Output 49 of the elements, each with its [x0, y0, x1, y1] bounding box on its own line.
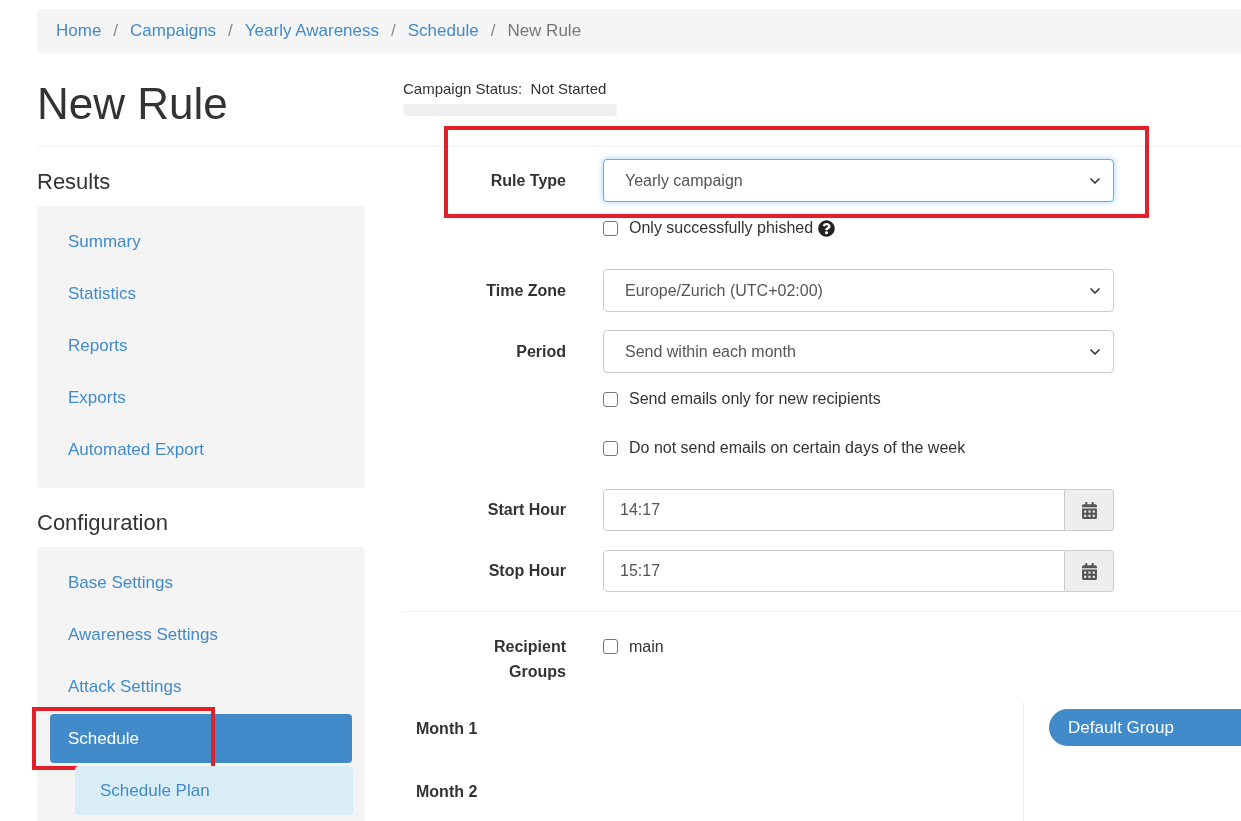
breadcrumb-link[interactable]: Yearly Awareness	[244, 18, 380, 44]
checkbox[interactable]	[603, 440, 618, 456]
checkbox-label: Only successfully phished	[629, 218, 814, 238]
field-label: Rule Type	[490, 171, 566, 189]
section-heading: Configuration	[37, 512, 169, 534]
checkbox-label: main	[629, 636, 664, 657]
breadcrumb-separator: /	[489, 20, 497, 43]
select-field[interactable]: Yearly campaign	[603, 159, 1114, 202]
checkbox-label: Do not send emails on certain days of the week	[629, 438, 966, 458]
breadcrumb-separator: /	[390, 20, 397, 43]
time-field[interactable]: 14:17	[603, 489, 1065, 531]
sidebar-item[interactable]: Reports	[50, 321, 352, 370]
breadcrumb-link[interactable]: Home	[56, 18, 102, 44]
page-title: New Rule	[37, 82, 229, 126]
checkbox[interactable]	[603, 391, 618, 407]
field-label: Start Hour	[487, 501, 566, 518]
sidebar-item[interactable]: Base Settings	[50, 558, 352, 607]
month-label: Month 2	[416, 783, 478, 800]
sidebar-item[interactable]: Schedule Plan	[75, 766, 353, 815]
sidebar-item[interactable]: Automated Export	[50, 425, 352, 474]
field-label: Recipient Groups	[493, 637, 566, 682]
breadcrumb-separator: /	[227, 20, 234, 43]
sidebar-item[interactable]: Statistics	[50, 269, 352, 318]
checkbox[interactable]	[603, 639, 618, 654]
calendar-icon	[1080, 501, 1098, 519]
calendar-button[interactable]	[1065, 550, 1114, 592]
field-label: Stop Hour	[488, 562, 566, 579]
calendar-icon	[1080, 562, 1098, 580]
sidebar-item[interactable]: Summary	[50, 217, 352, 266]
sidebar-item[interactable]: Exports	[50, 373, 352, 422]
time-field[interactable]: 15:17	[603, 550, 1065, 592]
breadcrumb-link[interactable]: Schedule	[407, 18, 479, 44]
sidebar-item[interactable]: Schedule	[50, 714, 352, 763]
campaign-status: Campaign Status: Not Started	[403, 80, 607, 97]
section-heading: Results	[37, 171, 112, 193]
field-label: Period	[516, 342, 566, 360]
field-label: Time Zone	[486, 281, 566, 299]
sidebar-item[interactable]: Attack Settings	[50, 662, 352, 711]
checkbox[interactable]	[603, 220, 618, 236]
calendar-button[interactable]	[1065, 489, 1114, 531]
checkbox-label: Send emails only for new recipients	[629, 389, 881, 409]
breadcrumb-separator: /	[112, 20, 120, 43]
help-icon[interactable]	[818, 219, 836, 237]
select-field[interactable]: Europe/Zurich (UTC+02:00)	[603, 269, 1114, 312]
group-pill[interactable]: Default Group	[1049, 709, 1241, 746]
breadcrumb-link[interactable]: Campaigns	[130, 18, 217, 44]
select-field[interactable]: Send within each month	[603, 330, 1114, 373]
sidebar-item[interactable]: Awareness Settings	[50, 610, 352, 659]
month-label: Month 1	[416, 720, 478, 737]
